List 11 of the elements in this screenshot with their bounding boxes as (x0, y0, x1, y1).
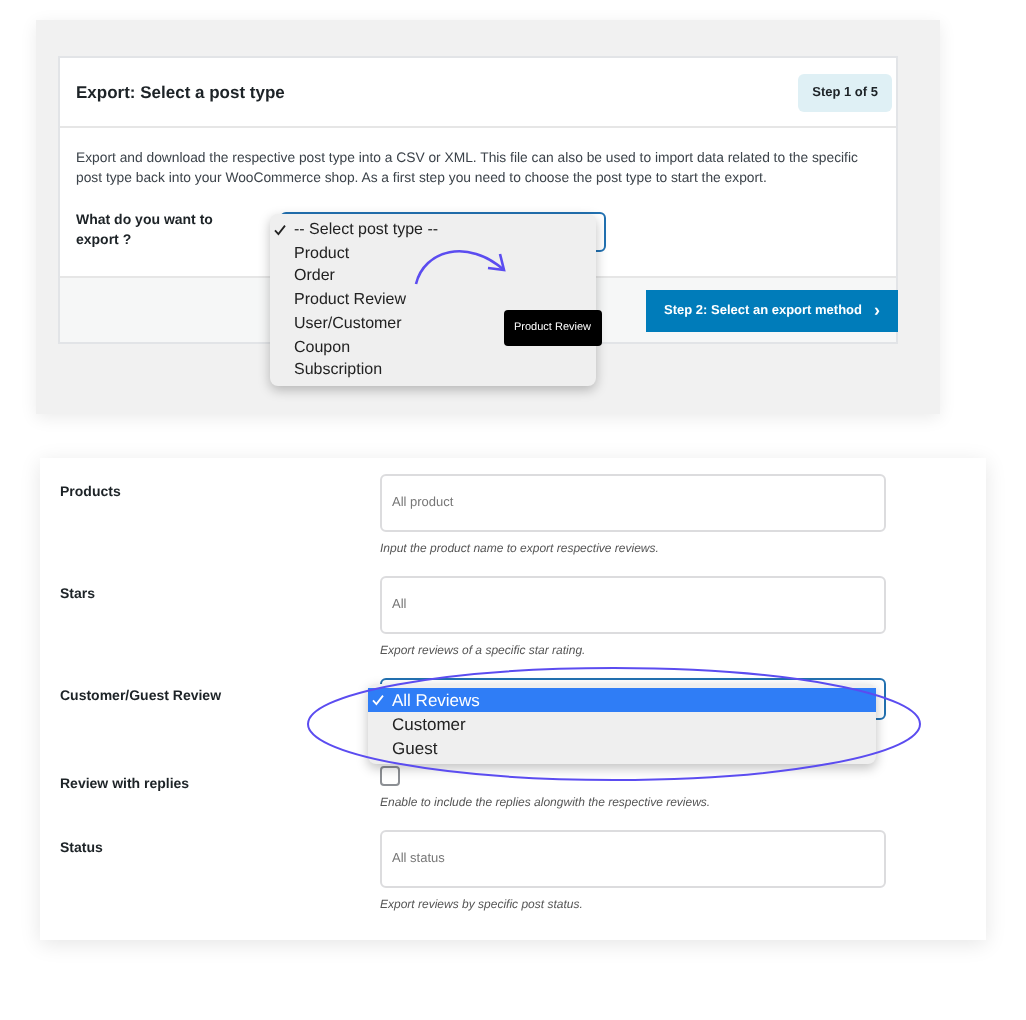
dropdown-option[interactable]: Product (270, 241, 596, 265)
dropdown-option[interactable]: -- Select post type -- (270, 218, 596, 242)
dropdown-option[interactable]: All Reviews (368, 688, 876, 712)
checkbox[interactable] (380, 766, 400, 786)
dropdown-option[interactable]: Subscription (270, 358, 596, 382)
dropdown-option[interactable]: Product Review (270, 288, 596, 312)
dropdown-option[interactable]: Customer (368, 712, 876, 736)
dropdown-option[interactable]: Order (270, 264, 596, 289)
check-icon (372, 694, 384, 706)
panel-title: Export: Select a post type (76, 82, 285, 102)
dropdown-option[interactable]: Guest (368, 736, 876, 760)
